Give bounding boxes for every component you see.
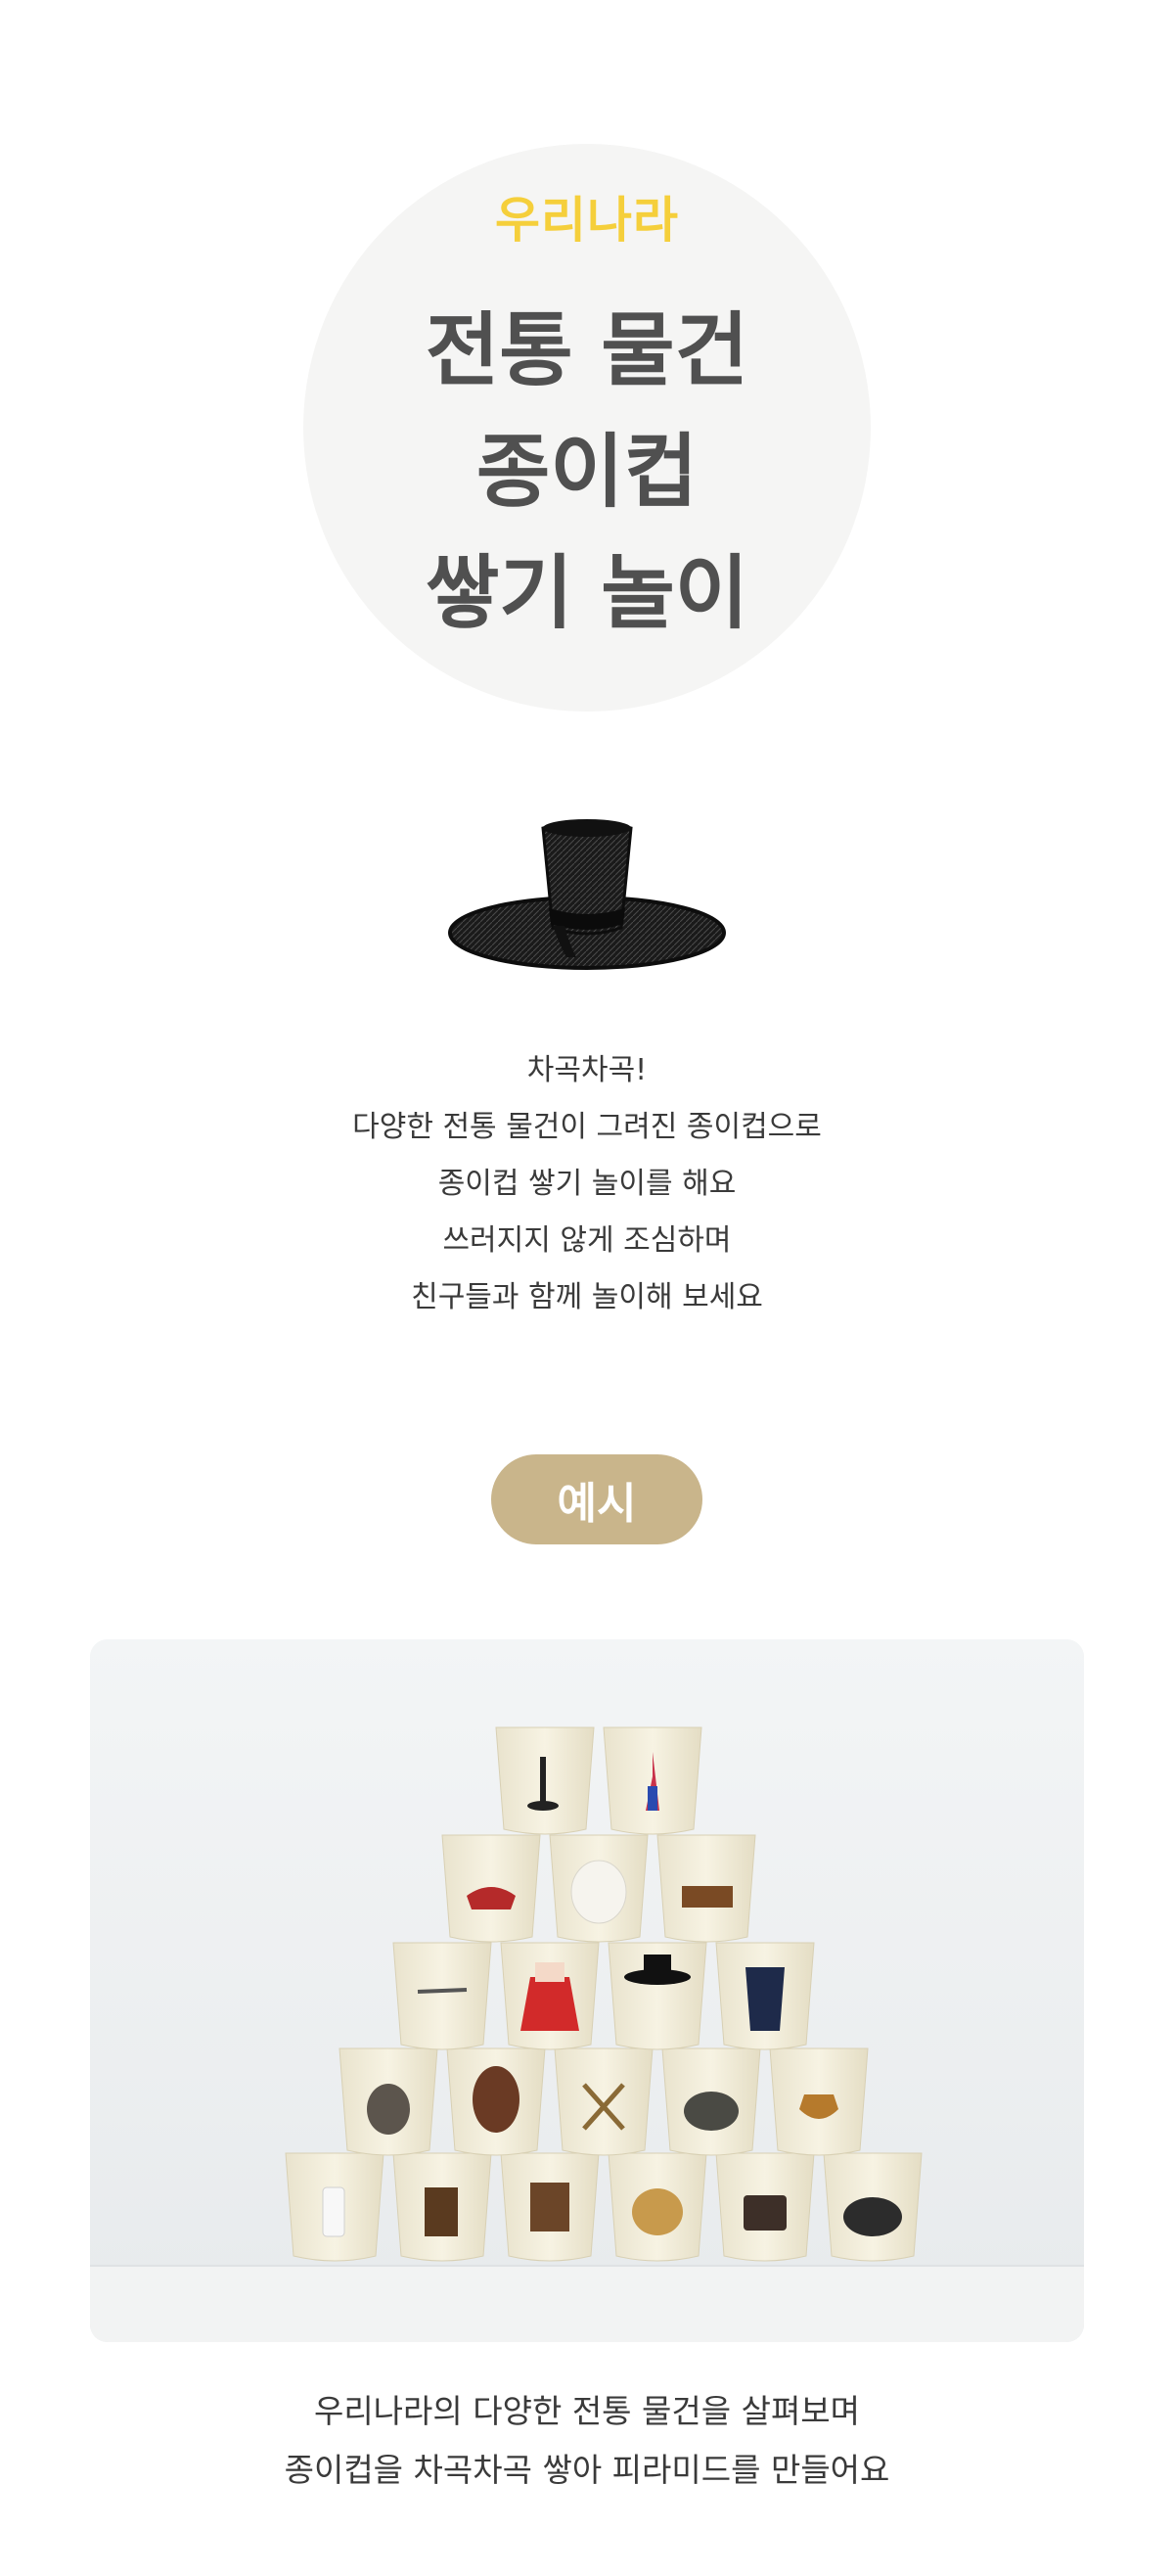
cup-row: [339, 2047, 869, 2156]
cup-pyramid-illustration: [90, 1639, 1084, 2342]
cup-pyramid-photo: [90, 1639, 1084, 2342]
hero-title-line: 쌓기 놀이: [425, 547, 749, 640]
description-line: 차곡차곡!: [526, 1053, 648, 1087]
hero-title-line: 전통 물건: [425, 304, 749, 397]
description: 차곡차곡! 다양한 전통 물건이 그려진 종이컵으로 종이컵 쌓기 놀이를 해요…: [0, 1042, 1174, 1326]
hero-subtitle: 우리나라: [495, 192, 679, 249]
description-line: 친구들과 함께 놀이해 보세요: [411, 1280, 763, 1314]
description-line: 쓰러지지 않게 조심하며: [442, 1223, 732, 1258]
photo-caption: 우리나라의 다양한 전통 물건을 살펴보며 종이컵을 차곡차곡 쌓아 피라미드를…: [0, 2382, 1174, 2500]
hero-title-line: 종이컵: [475, 426, 699, 519]
caption-line: 우리나라의 다양한 전통 물건을 살펴보며: [313, 2392, 861, 2430]
hero-circle: 우리나라 전통 물건 종이컵 쌓기 놀이: [303, 144, 871, 712]
caption-line: 종이컵을 차곡차곡 쌓아 피라미드를 만들어요: [284, 2451, 890, 2489]
hero-title: 전통 물건 종이컵 쌓기 놀이: [426, 291, 748, 655]
cup-row: [441, 1834, 756, 1943]
description-line: 종이컵 쌓기 놀이를 해요: [437, 1167, 737, 1201]
gat-hat-icon: [448, 819, 726, 970]
description-line: 다양한 전통 물건이 그려진 종이컵으로: [352, 1110, 822, 1144]
example-badge: 예시: [491, 1454, 702, 1544]
